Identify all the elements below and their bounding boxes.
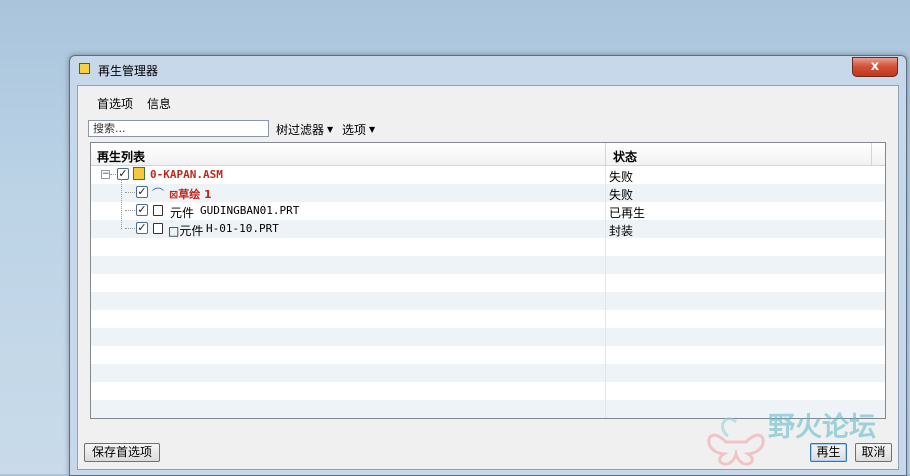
empty-row xyxy=(91,292,885,310)
column-divider xyxy=(605,166,606,418)
empty-row xyxy=(91,382,885,400)
row-name: H-01-10.PRT xyxy=(206,222,279,235)
row-status: 失败 xyxy=(609,170,634,184)
row-checkbox[interactable]: ✓ xyxy=(136,186,148,198)
options-dropdown[interactable]: 选项 ▼ xyxy=(342,121,375,138)
part-icon xyxy=(153,205,163,216)
column-divider[interactable] xyxy=(871,143,872,165)
table-row[interactable]: − ✓ 0-KAPAN.ASM 失败 xyxy=(91,166,885,184)
tree-filter-dropdown[interactable]: 树过滤器 ▼ xyxy=(276,121,333,138)
part-icon xyxy=(153,223,163,234)
row-checkbox[interactable]: ✓ xyxy=(136,204,148,216)
row-status: 封装 xyxy=(609,224,634,238)
title-bar[interactable]: 再生管理器 x xyxy=(70,56,906,84)
row-status: 已再生 xyxy=(609,206,646,220)
sketch-icon: ⌒ xyxy=(152,187,165,201)
row-type-label: □元件 xyxy=(168,224,204,238)
table-row[interactable]: ✓ 元件 GUDINGBAN01.PRT 已再生 xyxy=(91,202,885,220)
search-input[interactable] xyxy=(88,120,269,137)
row-name: ⊠草绘 1 xyxy=(169,188,212,201)
row-type-label: 元件 xyxy=(170,206,195,220)
row-checkbox[interactable]: ✓ xyxy=(136,222,148,234)
tree-connector xyxy=(110,174,116,175)
window-title: 再生管理器 xyxy=(98,64,159,78)
column-divider[interactable] xyxy=(605,143,606,165)
close-button[interactable]: x xyxy=(852,57,898,77)
assembly-icon xyxy=(133,167,145,180)
table-body: − ✓ 0-KAPAN.ASM 失败 ✓ ⌒ ⊠草绘 1 失败 ✓ 元件 GUD… xyxy=(91,166,885,418)
chevron-down-icon: ▼ xyxy=(327,125,334,134)
table-row[interactable]: ✓ ⌒ ⊠草绘 1 失败 xyxy=(91,184,885,202)
header-status[interactable]: 状态 xyxy=(613,148,637,165)
menu-info[interactable]: 信息 xyxy=(147,95,171,112)
collapse-icon[interactable]: − xyxy=(101,170,110,179)
watermark-logo: 野火论坛 xyxy=(707,412,876,466)
row-checkbox[interactable]: ✓ xyxy=(117,168,129,180)
empty-row xyxy=(91,274,885,292)
app-icon xyxy=(79,63,90,74)
row-status: 失败 xyxy=(609,188,634,202)
empty-row xyxy=(91,238,885,256)
butterfly-logo-icon xyxy=(707,417,765,466)
tree-filter-label: 树过滤器 xyxy=(276,123,325,137)
tree-connector xyxy=(125,210,135,211)
header-regen-list[interactable]: 再生列表 xyxy=(97,148,145,165)
regen-tree-table: 再生列表 状态 − ✓ 0-KAPAN.ASM 失败 ✓ ⌒ ⊠草绘 1 失败 … xyxy=(90,142,886,419)
tree-connector xyxy=(121,179,122,229)
row-name: GUDINGBAN01.PRT xyxy=(200,204,300,217)
watermark-text: 野火论坛 xyxy=(768,412,876,443)
empty-row xyxy=(91,346,885,364)
menu-bar: 首选项 信息 xyxy=(78,86,898,114)
menu-preferences[interactable]: 首选项 xyxy=(97,95,133,112)
row-name: 0-KAPAN.ASM xyxy=(150,168,223,181)
empty-row xyxy=(91,328,885,346)
empty-row xyxy=(91,310,885,328)
chevron-down-icon: ▼ xyxy=(369,125,376,134)
tree-connector xyxy=(125,228,135,229)
empty-row xyxy=(91,364,885,382)
table-header: 再生列表 状态 xyxy=(91,143,885,166)
options-label: 选项 xyxy=(342,123,367,137)
tree-connector xyxy=(125,192,135,193)
table-row[interactable]: ✓ □元件 H-01-10.PRT 封装 xyxy=(91,220,885,238)
empty-row xyxy=(91,256,885,274)
save-preferences-button[interactable]: 保存首选项 xyxy=(84,443,160,462)
